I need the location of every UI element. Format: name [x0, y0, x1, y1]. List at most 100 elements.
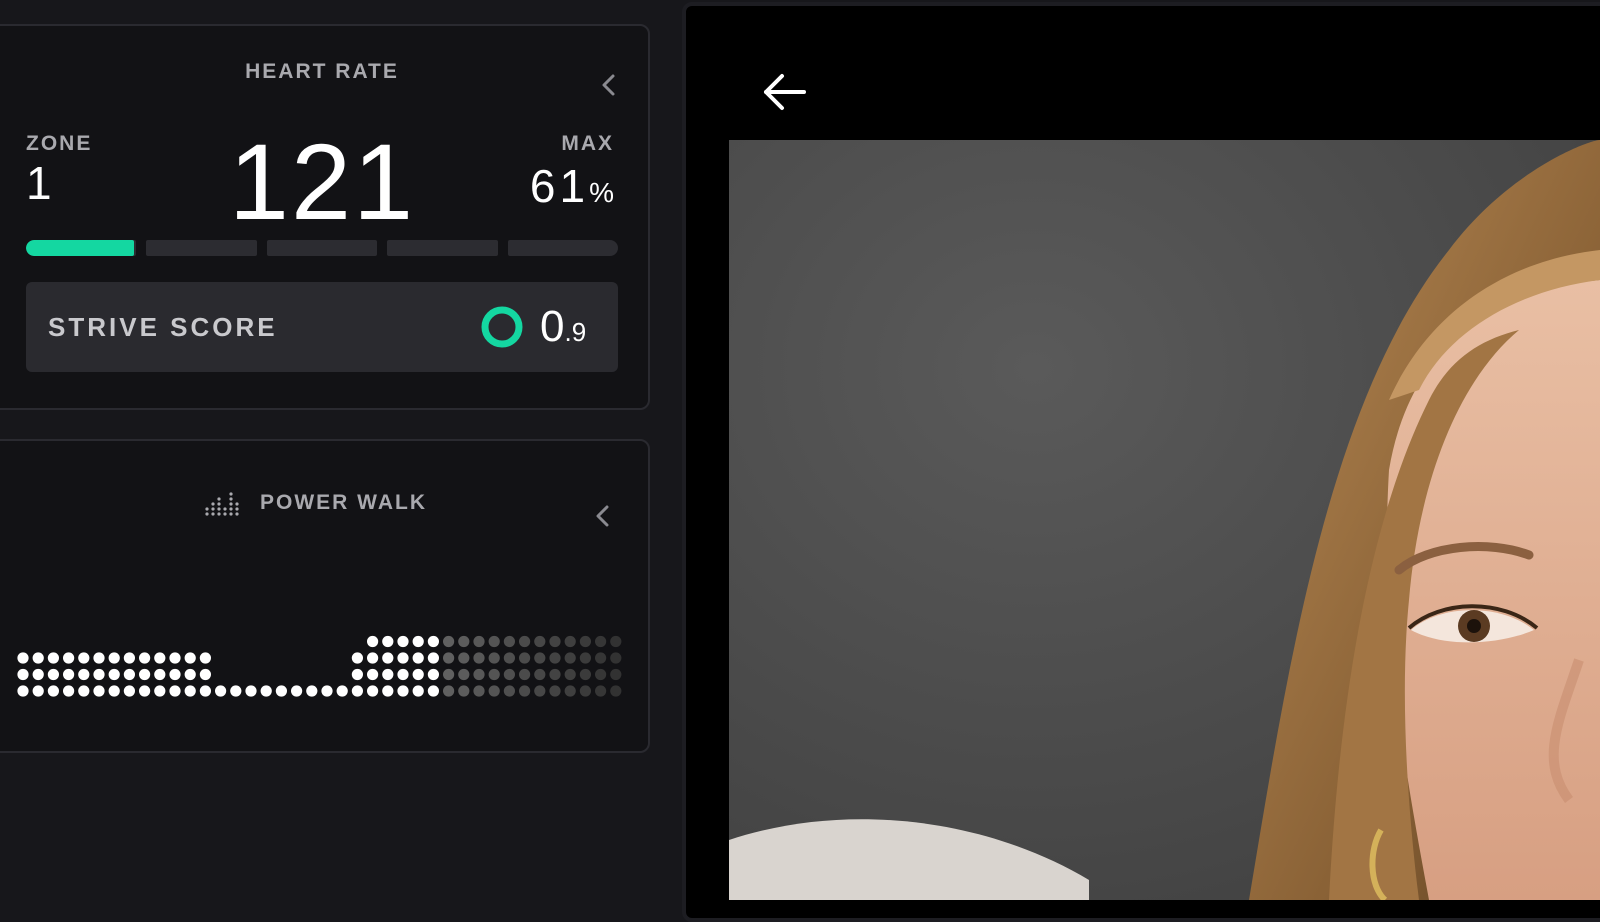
intensity-dot [382, 652, 394, 664]
intensity-dot [47, 685, 59, 697]
intensity-dot [473, 652, 485, 664]
intensity-dot [579, 635, 592, 648]
intensity-dot [595, 635, 607, 648]
intensity-dot [245, 685, 257, 697]
max-label: MAX [561, 132, 614, 155]
intensity-dot [397, 668, 409, 681]
intensity-dot [488, 652, 500, 664]
intensity-dot [412, 668, 424, 681]
intensity-dot [458, 685, 470, 697]
intensity-dot [503, 685, 515, 697]
intensity-dot [443, 635, 455, 648]
intensity-dot [427, 652, 439, 664]
instructor-image [729, 140, 1600, 900]
intensity-dot [351, 652, 363, 664]
intensity-dot [199, 685, 211, 697]
intensity-dot [351, 685, 363, 697]
collapse-chevron-icon[interactable] [594, 70, 624, 100]
intensity-dot [564, 668, 576, 681]
intensity-dot [564, 685, 576, 697]
intensity-dot [215, 685, 227, 697]
intensity-dot [443, 652, 455, 664]
intensity-dot [503, 635, 515, 648]
intensity-dot [549, 635, 561, 648]
intensity-dot [63, 668, 75, 681]
arrow-left-icon[interactable] [760, 68, 808, 116]
intensity-dot [610, 668, 622, 681]
strive-score-label: STRIVE SCORE [48, 312, 278, 342]
intensity-dot [17, 668, 29, 681]
intensity-dot [412, 635, 424, 648]
intensity-dot [78, 685, 90, 697]
intensity-dot [367, 635, 379, 648]
zone-progress-bar [26, 240, 619, 256]
intensity-dot [306, 685, 318, 697]
intensity-dot [473, 635, 485, 648]
zone-segment-3 [266, 240, 378, 256]
intensity-dot [351, 668, 363, 681]
intensity-dot [139, 668, 151, 681]
intensity-dot [579, 685, 592, 697]
strive-score-card: STRIVE SCORE 0.9 [26, 282, 618, 372]
intensity-dot [458, 635, 470, 648]
intensity-dot [427, 685, 439, 697]
intensity-dot [17, 652, 29, 664]
intensity-dot [154, 668, 166, 681]
intensity-dot [93, 652, 105, 664]
intensity-dot [169, 668, 181, 681]
max-value: 61 [529, 160, 590, 212]
intensity-dot [473, 668, 485, 681]
intensity-dot [17, 685, 29, 697]
intensity-dot [595, 685, 607, 697]
intensity-dot [564, 635, 576, 648]
intensity-dot [488, 685, 500, 697]
instructor-video-feed [729, 140, 1600, 900]
intensity-dot [93, 685, 105, 697]
intensity-dot [367, 652, 379, 664]
intensity-dot [458, 652, 470, 664]
intensity-dot [93, 668, 105, 681]
zone-segment-2 [146, 240, 257, 256]
intensity-dot [397, 685, 409, 697]
intensity-dot [519, 685, 531, 697]
intensity-dot [610, 685, 622, 697]
zone-segment-1 [26, 240, 137, 256]
max-unit: % [589, 177, 614, 208]
intensity-dot [108, 652, 120, 664]
intensity-dot [412, 652, 424, 664]
intensity-dot [519, 668, 531, 681]
strive-score-value: 0.9 [540, 302, 586, 352]
intensity-dot [260, 685, 272, 697]
intensity-dot [47, 652, 59, 664]
strive-score-int: 0 [540, 302, 565, 351]
intensity-dot [519, 652, 531, 664]
intensity-dot [473, 685, 485, 697]
intensity-dot [169, 685, 181, 697]
intensity-dot [549, 652, 561, 664]
intensity-dot [108, 668, 120, 681]
intensity-dot [336, 685, 348, 697]
intensity-dot [78, 652, 90, 664]
intensity-dot [154, 685, 166, 697]
intensity-dot [443, 685, 455, 697]
intensity-dot [169, 652, 181, 664]
heart-rate-title: HEART RATE [245, 60, 399, 83]
intensity-dot [382, 635, 394, 648]
intensity-dot [123, 652, 135, 664]
intensity-dot-graph [17, 635, 622, 697]
intensity-dot [427, 635, 439, 648]
intensity-dot [503, 652, 515, 664]
intensity-dot [108, 685, 120, 697]
intensity-dot [78, 668, 90, 681]
intensity-dot [458, 668, 470, 681]
intensity-dot [154, 652, 166, 664]
intensity-dot [275, 685, 287, 697]
intensity-dot [564, 652, 576, 664]
intensity-dot [503, 668, 515, 681]
intensity-dot [199, 652, 211, 664]
intensity-dot [397, 635, 409, 648]
intensity-dot [230, 685, 242, 697]
intensity-dot [534, 685, 546, 697]
intensity-dot [534, 635, 546, 648]
intensity-dot [63, 685, 75, 697]
